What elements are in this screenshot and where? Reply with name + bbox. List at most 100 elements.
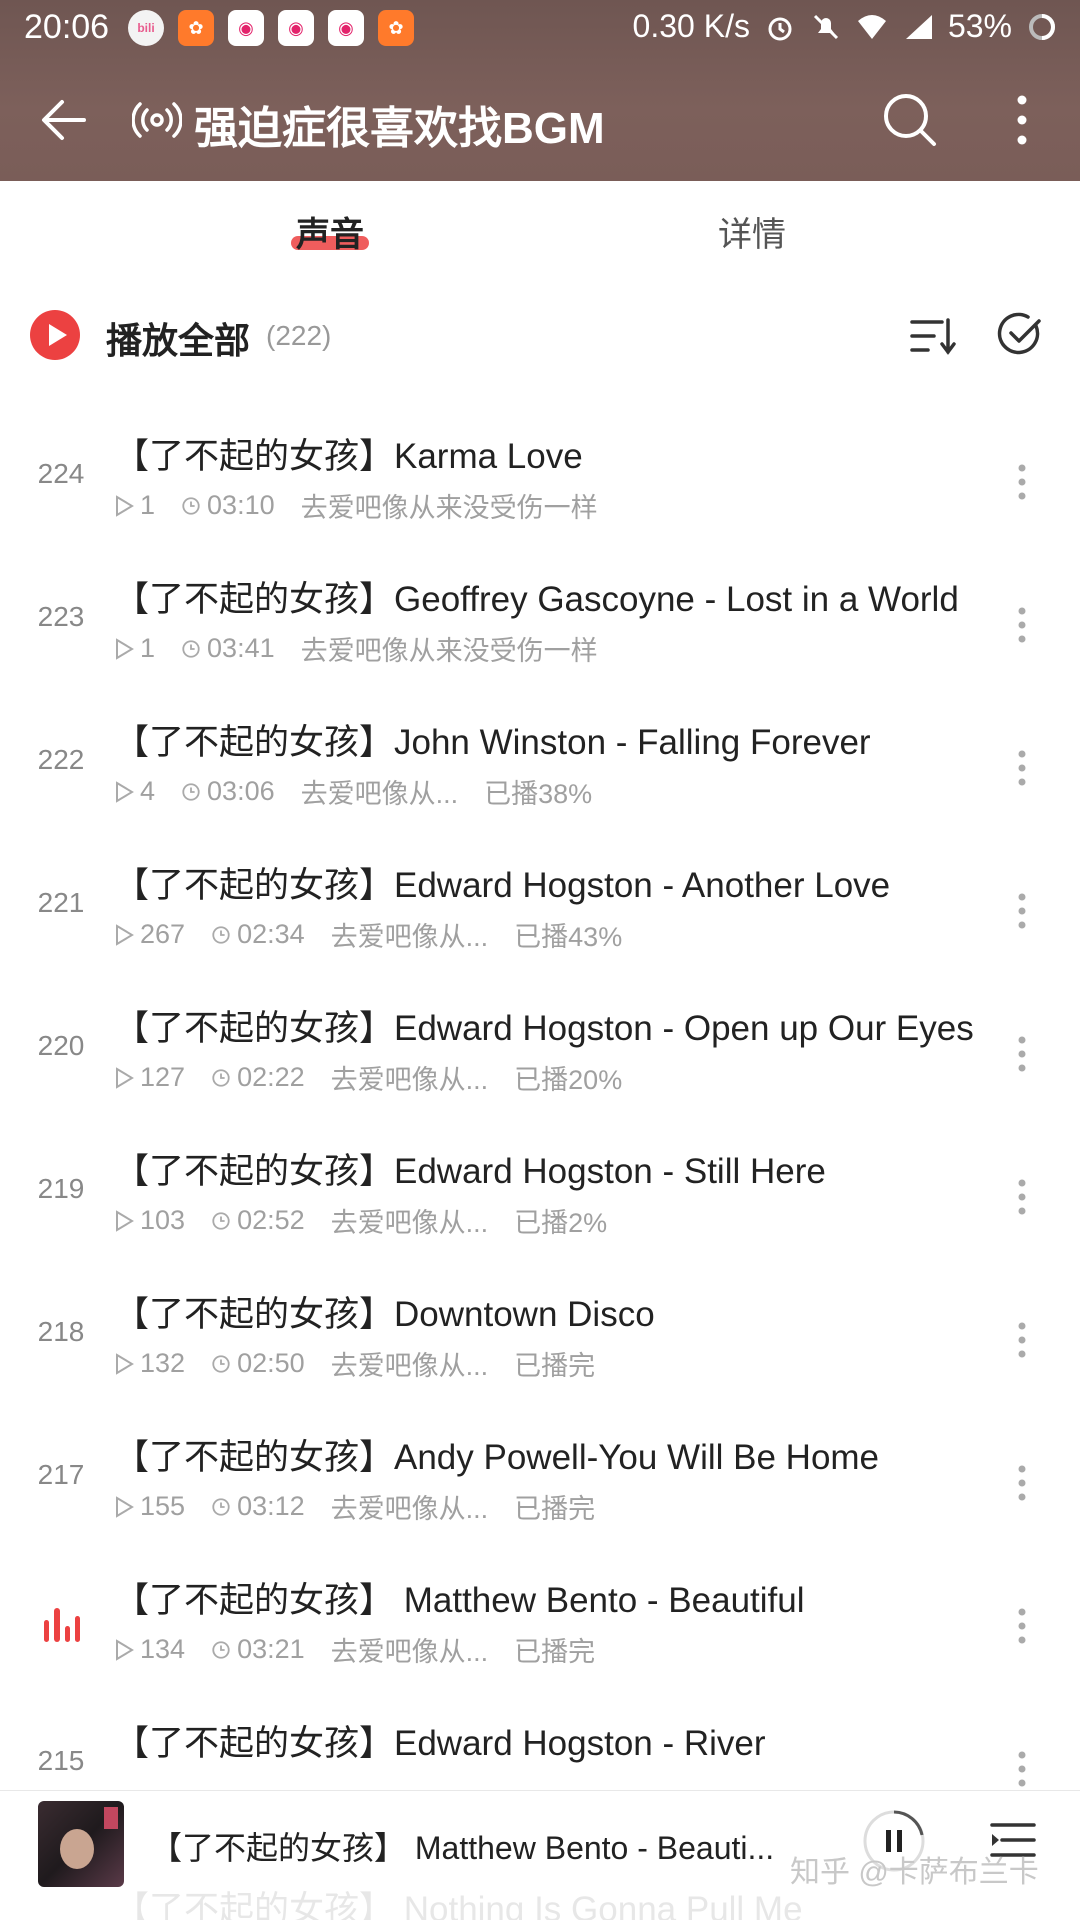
- play-all-label[interactable]: 播放全部: [106, 312, 250, 364]
- more-vertical-icon[interactable]: [1010, 1318, 1034, 1362]
- track-title: 【了不起的女孩】Downtown Disco: [114, 1295, 655, 1334]
- play-count: 267: [114, 919, 185, 950]
- play-outline-icon: [116, 1209, 134, 1232]
- track-title: 【了不起的女孩】Edward Hogston - Another Love: [114, 866, 891, 905]
- multi-select-icon[interactable]: [996, 310, 1044, 358]
- track-row[interactable]: 224 【了不起的女孩】Karma Love 1 03:10 去爱吧像从来没受伤…: [0, 410, 1080, 553]
- more-vertical-icon[interactable]: [1010, 889, 1034, 933]
- track-index: 218: [37, 1316, 85, 1347]
- play-all-bar: 播放全部 (222): [0, 290, 1080, 380]
- play-count-value: 155: [140, 1491, 186, 1521]
- track-row[interactable]: 223 【了不起的女孩】Geoffrey Gascoyne - Lost in …: [0, 553, 1080, 696]
- play-count-value: 1: [140, 633, 156, 663]
- duration: 03:06: [181, 776, 275, 807]
- clock-icon: [182, 782, 200, 801]
- status-time: 20:06: [24, 8, 110, 46]
- play-all-count: (222): [266, 320, 332, 351]
- more-vertical-icon[interactable]: [1010, 1175, 1034, 1219]
- track-meta: 1 03:10 去爱吧像从来没受伤一样: [114, 486, 650, 525]
- duration: 02:52: [211, 1205, 305, 1236]
- clock-icon: [212, 1497, 230, 1516]
- track-row[interactable]: 222 【了不起的女孩】John Winston - Falling Forev…: [0, 696, 1080, 839]
- play-outline-icon: [116, 1638, 134, 1661]
- play-outline-icon: [116, 494, 134, 517]
- taobao-app-icon: ✿: [378, 10, 414, 46]
- play-count: 103: [114, 1205, 185, 1236]
- track-meta: 134 03:21 去爱吧像从... 已播完: [114, 1630, 621, 1669]
- track-index: 215: [37, 1745, 85, 1776]
- duration: 03:12: [211, 1491, 305, 1522]
- play-outline-icon: [116, 923, 134, 946]
- play-count: 1: [114, 490, 155, 521]
- track-title: 【了不起的女孩】Andy Powell-You Will Be Home: [114, 1438, 880, 1477]
- signal-icon: [905, 14, 932, 39]
- track-row[interactable]: 218 【了不起的女孩】Downtown Disco 132 02:50 去爱吧…: [0, 1268, 1080, 1411]
- track-row[interactable]: 219 【了不起的女孩】Edward Hogston - Still Here …: [0, 1125, 1080, 1268]
- play-count-value: 103: [140, 1205, 186, 1235]
- track-meta: 4 03:06 去爱吧像从... 已播38%: [114, 772, 618, 811]
- play-outline-icon: [116, 1066, 134, 1089]
- search-icon[interactable]: [880, 90, 940, 150]
- weibo-app-icon: ◉: [228, 10, 264, 46]
- track-index: 224: [37, 458, 85, 489]
- track-author: 去爱吧像从来没受伤一样: [300, 493, 598, 523]
- duration: 02:22: [211, 1062, 305, 1093]
- track-meta: 267 02:34 去爱吧像从... 已播43%: [114, 915, 648, 954]
- track-author: 去爱吧像从...: [330, 922, 489, 952]
- more-vertical-icon[interactable]: [1010, 1747, 1034, 1791]
- title-bar: 强迫症很喜欢找BGM: [0, 62, 1080, 177]
- track-title: 【了不起的女孩】Edward Hogston - River: [114, 1724, 766, 1763]
- track-row[interactable]: 217 【了不起的女孩】Andy Powell-You Will Be Home…: [0, 1411, 1080, 1554]
- back-arrow-icon[interactable]: [36, 92, 92, 148]
- listen-progress: 已播完: [514, 1637, 596, 1667]
- track-row[interactable]: 221 【了不起的女孩】Edward Hogston - Another Lov…: [0, 839, 1080, 982]
- duration-value: 02:34: [237, 919, 305, 949]
- track-title: 【了不起的女孩】Edward Hogston - Open up Our Eye…: [114, 1009, 974, 1048]
- track-row[interactable]: 220 【了不起的女孩】Edward Hogston - Open up Our…: [0, 982, 1080, 1125]
- weibo-app-icon: ◉: [278, 10, 314, 46]
- play-count: 1: [114, 633, 155, 664]
- play-outline-icon: [116, 637, 134, 660]
- play-count-value: 4: [140, 776, 156, 806]
- tab-detail[interactable]: 详情: [718, 207, 786, 256]
- track-author: 去爱吧像从...: [330, 1065, 489, 1095]
- track-author: 去爱吧像从...: [330, 1208, 489, 1238]
- more-vertical-icon[interactable]: [1010, 1032, 1034, 1076]
- duration: 03:21: [211, 1634, 305, 1665]
- more-vertical-icon[interactable]: [1010, 1461, 1034, 1505]
- album-cover[interactable]: [38, 1801, 124, 1887]
- watermark: 知乎 @卡萨布兰卡: [790, 1856, 1039, 1889]
- play-count: 127: [114, 1062, 185, 1093]
- play-count: 155: [114, 1491, 185, 1522]
- track-title: 【了不起的女孩】Edward Hogston - Still Here: [114, 1152, 826, 1191]
- play-all-icon[interactable]: [30, 310, 80, 360]
- play-count-value: 134: [140, 1634, 186, 1664]
- tab-detail-label: 详情: [718, 216, 786, 254]
- more-vertical-icon[interactable]: [1010, 603, 1034, 647]
- clock-icon: [182, 639, 200, 658]
- more-vertical-icon[interactable]: [1010, 1604, 1034, 1648]
- next-track-peek: 【了不起的女孩】 Nothing Is Gonna Pull Me: [114, 1890, 803, 1920]
- more-vertical-icon[interactable]: [1010, 460, 1034, 504]
- duration-value: 03:21: [237, 1634, 305, 1664]
- track-title: 【了不起的女孩】Karma Love: [114, 437, 583, 476]
- mute-bell-icon: [813, 14, 839, 39]
- sort-icon[interactable]: [908, 312, 956, 360]
- track-row-now-playing[interactable]: 【了不起的女孩】 Matthew Bento - Beautiful 134 0…: [0, 1554, 1080, 1697]
- network-speed: 0.30 K/s: [632, 8, 750, 44]
- track-index: 217: [37, 1459, 85, 1490]
- clock-icon: [212, 1211, 230, 1230]
- mini-player[interactable]: 【了不起的女孩】 Matthew Bento - Beauti... 【了不起的…: [0, 1790, 1080, 1920]
- more-vertical-icon[interactable]: [1000, 90, 1044, 150]
- cover-art: [104, 1807, 118, 1829]
- tab-voice[interactable]: 声音: [296, 207, 364, 256]
- track-index: 219: [37, 1173, 85, 1204]
- track-index: 220: [37, 1030, 85, 1061]
- more-vertical-icon[interactable]: [1010, 746, 1034, 790]
- listen-progress: 已播2%: [514, 1208, 608, 1238]
- listen-progress: 已播完: [514, 1494, 596, 1524]
- track-index: 221: [37, 887, 85, 918]
- listen-progress: 已播38%: [484, 779, 593, 809]
- page-title: 强迫症很喜欢找BGM: [194, 104, 605, 153]
- mini-player-title[interactable]: 【了不起的女孩】 Matthew Bento - Beauti...: [150, 1823, 774, 1869]
